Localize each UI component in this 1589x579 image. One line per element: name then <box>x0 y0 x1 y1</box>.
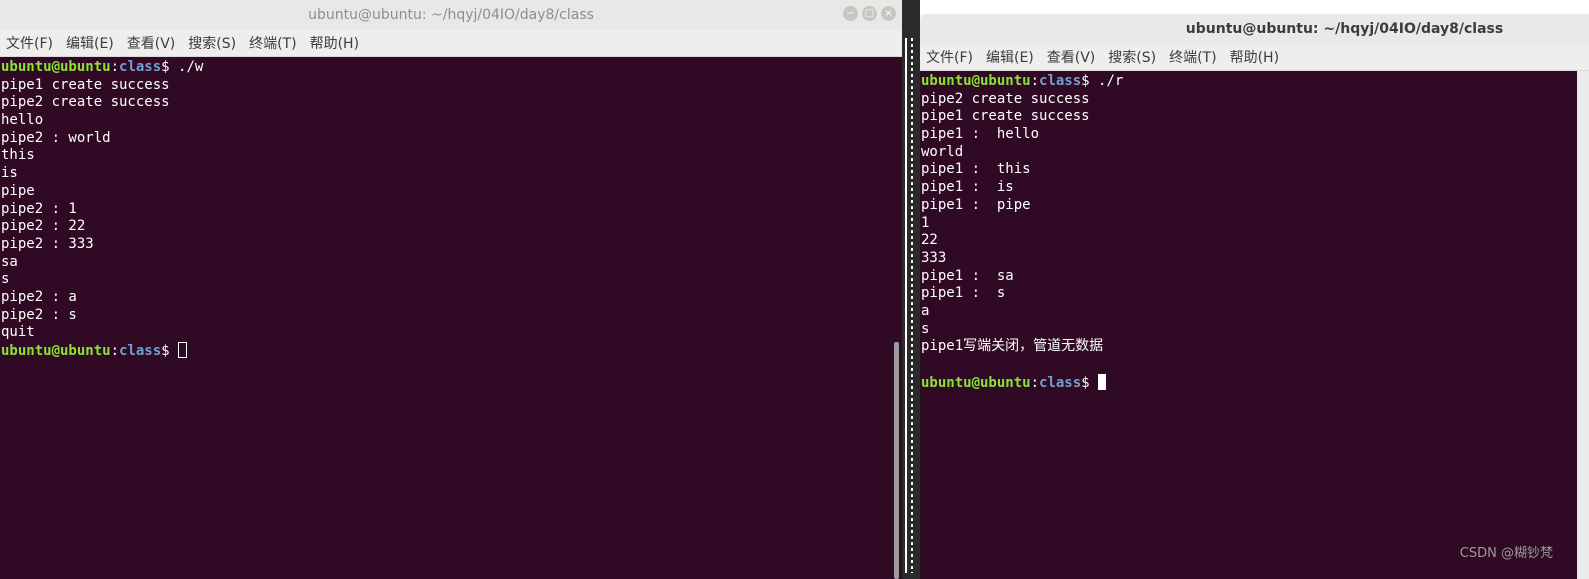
output-line: pipe1 create success <box>1 76 170 93</box>
output-line: pipe2 : s <box>1 306 77 323</box>
output-line: pipe2 : 22 <box>1 218 86 235</box>
output-line: hello <box>1 112 44 129</box>
output-line: a <box>921 302 930 319</box>
maximize-icon[interactable]: □ <box>862 6 877 21</box>
menu-terminal[interactable]: 终端(T) <box>249 33 296 53</box>
divider-line <box>905 38 907 573</box>
prompt-path: class <box>1039 374 1082 391</box>
prompt-symbol: $ <box>161 59 179 75</box>
menu-help[interactable]: 帮助(H) <box>1230 47 1279 67</box>
prompt-symbol: $ <box>1081 374 1099 391</box>
command-text: ./r <box>1098 73 1124 89</box>
menu-help[interactable]: 帮助(H) <box>310 33 359 53</box>
prompt-separator: : <box>1030 73 1040 89</box>
output-line: pipe2 : world <box>1 129 111 146</box>
prompt-symbol: $ <box>1081 73 1099 89</box>
output-line: pipe <box>1 182 35 199</box>
command-text: ./w <box>178 59 204 75</box>
menu-terminal[interactable]: 终端(T) <box>1169 47 1216 67</box>
command-line: ubuntu@ubuntu:class$ ./r <box>921 73 1577 91</box>
command-line: ubuntu@ubuntu:class$ ./w <box>1 59 902 77</box>
menu-bar: 文件(F) 编辑(E) 查看(V) 搜索(S) 终端(T) 帮助(H) <box>920 44 1589 71</box>
divider-dashed-line <box>911 38 913 573</box>
window-title: ubuntu@ubuntu: ~/hqyj/04IO/day8/class <box>308 7 594 23</box>
prompt-separator: : <box>110 59 120 75</box>
output-line: 22 <box>921 232 938 249</box>
output-line: pipe2 : a <box>1 288 77 305</box>
prompt-symbol: $ <box>161 343 179 359</box>
watermark: CSDN @糊钞梵 <box>1459 546 1553 561</box>
close-icon[interactable]: × <box>881 6 896 21</box>
prompt-user: ubuntu@ubuntu <box>1 343 111 359</box>
terminal-window-right[interactable]: ubuntu@ubuntu: ~/hqyj/04IO/day8/class 文件… <box>920 14 1589 579</box>
output-line: pipe1 : s <box>921 285 1006 302</box>
output-line: pipe1 : hello <box>921 126 1040 143</box>
output-line: pipe1 : this <box>921 161 1031 178</box>
prompt-user: ubuntu@ubuntu <box>1 59 111 75</box>
output-line: pipe1写端关闭，管道无数据 <box>921 338 1104 355</box>
text-cursor <box>178 342 188 358</box>
output-line: 1 <box>921 214 930 231</box>
prompt-separator: : <box>1030 374 1040 391</box>
output-line: pipe1 : pipe <box>921 196 1031 213</box>
menu-file[interactable]: 文件(F) <box>926 47 973 67</box>
output-line: pipe2 create success <box>1 94 170 111</box>
prompt-path: class <box>1039 73 1082 89</box>
output-line: pipe1 : sa <box>921 267 1014 284</box>
output-line: pipe1 : is <box>921 179 1014 196</box>
prompt-path: class <box>119 59 162 75</box>
output-line: pipe2 : 1 <box>1 200 77 217</box>
prompt-user: ubuntu@ubuntu <box>921 73 1031 89</box>
window-title: ubuntu@ubuntu: ~/hqyj/04IO/day8/class <box>1185 21 1504 37</box>
terminal-output[interactable]: ubuntu@ubuntu:class$ ./w pipe1 create su… <box>0 57 902 579</box>
output-line: quit <box>1 324 35 341</box>
menu-view[interactable]: 查看(V) <box>1047 47 1096 67</box>
prompt-line[interactable]: ubuntu@ubuntu:class$ <box>1 342 902 360</box>
menu-view[interactable]: 查看(V) <box>127 33 176 53</box>
window-titlebar[interactable]: ubuntu@ubuntu: ~/hqyj/04IO/day8/class − … <box>0 0 902 30</box>
scrollbar-thumb[interactable] <box>894 342 899 579</box>
menu-search[interactable]: 搜索(S) <box>188 33 236 53</box>
terminal-output[interactable]: ubuntu@ubuntu:class$ ./r pipe2 create su… <box>920 71 1577 579</box>
text-cursor <box>1098 373 1107 390</box>
output-line: sa <box>1 253 18 270</box>
minimize-icon[interactable]: − <box>843 6 858 21</box>
menu-edit[interactable]: 编辑(E) <box>66 33 114 53</box>
scrollbar[interactable] <box>890 57 902 579</box>
window-controls: − □ × <box>843 6 896 21</box>
output-line: pipe2 create success <box>921 90 1090 107</box>
menu-file[interactable]: 文件(F) <box>6 33 53 53</box>
output-line: is <box>1 165 18 182</box>
prompt-line[interactable]: ubuntu@ubuntu:class$ <box>921 373 1577 392</box>
output-line: pipe1 create success <box>921 108 1090 125</box>
menu-edit[interactable]: 编辑(E) <box>986 47 1034 67</box>
scrollbar[interactable] <box>1577 71 1589 579</box>
output-line: 333 <box>921 249 947 266</box>
terminal-window-left[interactable]: ubuntu@ubuntu: ~/hqyj/04IO/day8/class − … <box>0 0 902 579</box>
output-line: pipe2 : 333 <box>1 235 94 252</box>
prompt-separator: : <box>110 343 120 359</box>
prompt-user: ubuntu@ubuntu <box>921 374 1031 391</box>
window-gap <box>902 0 920 579</box>
output-line: s <box>921 320 930 337</box>
menu-bar: 文件(F) 编辑(E) 查看(V) 搜索(S) 终端(T) 帮助(H) <box>0 30 902 57</box>
output-line: world <box>921 143 964 160</box>
menu-search[interactable]: 搜索(S) <box>1108 47 1156 67</box>
prompt-path: class <box>119 343 162 359</box>
output-line: this <box>1 147 35 164</box>
output-line: s <box>1 271 10 288</box>
window-titlebar[interactable]: ubuntu@ubuntu: ~/hqyj/04IO/day8/class <box>920 14 1589 44</box>
